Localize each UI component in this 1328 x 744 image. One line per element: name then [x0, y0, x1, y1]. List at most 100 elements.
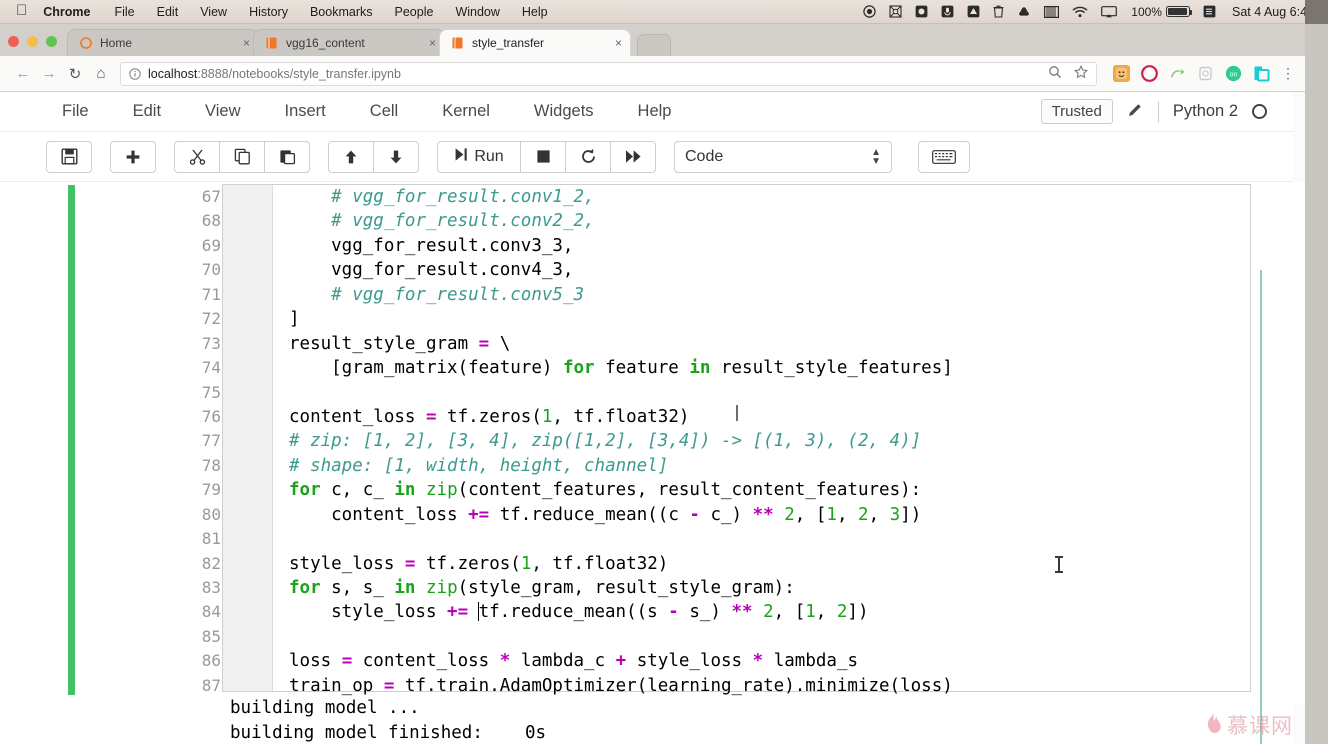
code-line[interactable]: 82 style_loss = tf.zeros(1, tf.float32): [202, 552, 1250, 576]
jupyter-menu-kernel[interactable]: Kernel: [442, 102, 490, 121]
code-line[interactable]: 84 style_loss += tf.reduce_mean((s - s_)…: [202, 600, 1250, 624]
code-cell[interactable]: 67 # vgg_for_result.conv1_2, 68 # vgg_for…: [202, 184, 1251, 696]
jupyter-menu-insert[interactable]: Insert: [285, 102, 326, 121]
menu-view[interactable]: View: [200, 5, 227, 19]
menu-people[interactable]: People: [395, 5, 434, 19]
jupyter-menu-file[interactable]: File: [62, 102, 89, 121]
restart-and-run-all-button[interactable]: [610, 140, 656, 173]
back-button[interactable]: ←: [10, 65, 36, 82]
record-icon[interactable]: [863, 5, 876, 18]
code-editor[interactable]: 67 # vgg_for_result.conv1_2, 68 # vgg_for…: [202, 185, 1250, 696]
paste-button[interactable]: [264, 140, 310, 173]
menu-file[interactable]: File: [114, 5, 134, 19]
home-button[interactable]: ⌂: [88, 65, 114, 82]
browser-tab-home[interactable]: Home ×: [67, 29, 259, 56]
menu-bookmarks[interactable]: Bookmarks: [310, 5, 373, 19]
line-number: 73: [201, 333, 221, 353]
browser-tab-vgg16-content[interactable]: vgg16_content ×: [253, 29, 445, 56]
trash-icon[interactable]: [993, 5, 1004, 18]
save-button[interactable]: [46, 140, 92, 173]
line-number: 78: [201, 455, 221, 475]
jupyter-notebook-icon: [451, 37, 464, 50]
code-line[interactable]: 72]: [202, 307, 1250, 331]
pencil-icon[interactable]: [1127, 101, 1144, 122]
restart-kernel-button[interactable]: [565, 140, 611, 173]
code-line[interactable]: 76 content_loss = tf.zeros(1, tf.float32): [202, 405, 1250, 429]
code-line[interactable]: 77 # zip: [1, 2], [3, 4], zip([1,2], [3,4…: [202, 429, 1250, 453]
extension-orange-icon[interactable]: [1113, 65, 1130, 82]
command-palette-button[interactable]: [918, 140, 970, 173]
code-line[interactable]: 68 # vgg_for_result.conv2_2,: [202, 209, 1250, 233]
code-line[interactable]: 70 vgg_for_result.conv4_3,: [202, 258, 1250, 282]
menu-help[interactable]: Help: [522, 5, 548, 19]
window-zoom-button[interactable]: [46, 36, 57, 47]
jupyter-menu-view[interactable]: View: [205, 102, 240, 121]
window-minimize-button[interactable]: [27, 36, 38, 47]
sync-icon[interactable]: [1203, 5, 1216, 18]
code-line[interactable]: 81: [202, 527, 1250, 551]
code-line[interactable]: 71 # vgg_for_result.conv5_3: [202, 283, 1250, 307]
new-tab-button[interactable]: [637, 34, 671, 56]
trusted-badge[interactable]: Trusted: [1040, 99, 1113, 124]
code-line[interactable]: 86 loss = content_loss * lambda_c + style…: [202, 649, 1250, 673]
code-line[interactable]: 75: [202, 381, 1250, 405]
code-line[interactable]: 87 train_op = tf.train.AdamOptimizer(lear…: [202, 674, 1250, 698]
menu-window[interactable]: Window: [455, 5, 499, 19]
window-close-button[interactable]: [8, 36, 19, 47]
code-line[interactable]: 85: [202, 625, 1250, 649]
shield-icon[interactable]: [889, 5, 902, 18]
address-bar[interactable]: localhost:8888/notebooks/style_transfer.…: [120, 61, 1097, 86]
code-line[interactable]: 83 for s, s_ in zip(style_gram, result_st…: [202, 576, 1250, 600]
jupyter-menu-help[interactable]: Help: [638, 102, 672, 121]
code-line[interactable]: 73 result_style_gram = \: [202, 332, 1250, 356]
extension-gray-icon[interactable]: [1197, 65, 1214, 82]
close-icon[interactable]: ×: [429, 36, 436, 50]
reload-button[interactable]: ↻: [62, 65, 88, 83]
menu-history[interactable]: History: [249, 5, 288, 19]
code-line[interactable]: 74 [gram_matrix(feature) for feature in …: [202, 356, 1250, 380]
code-line[interactable]: 79 for c, c_ in zip(content_features, res…: [202, 478, 1250, 502]
wifi-icon[interactable]: [1072, 6, 1088, 18]
code-line[interactable]: 67 # vgg_for_result.conv1_2,: [202, 185, 1250, 209]
code-line[interactable]: 69 vgg_for_result.conv3_3,: [202, 234, 1250, 258]
jupyter-menu-edit[interactable]: Edit: [133, 102, 161, 121]
airplay-icon[interactable]: [1101, 5, 1118, 18]
screenshot-icon[interactable]: [915, 5, 928, 18]
cut-button[interactable]: [174, 140, 220, 173]
info-circle-icon[interactable]: [129, 67, 141, 80]
copy-button[interactable]: [219, 140, 265, 173]
cell-type-select[interactable]: Code ▲ ▼: [674, 140, 892, 173]
microphone-icon[interactable]: [941, 5, 954, 18]
keyboard-flag-icon[interactable]: [1044, 5, 1060, 18]
close-icon[interactable]: ×: [243, 36, 250, 50]
extension-teal-icon[interactable]: [1253, 65, 1270, 82]
close-icon[interactable]: ×: [615, 36, 622, 50]
apple-logo-icon[interactable]: : [16, 3, 27, 18]
kernel-idle-circle-icon[interactable]: [1252, 104, 1267, 119]
extension-opera-icon[interactable]: [1141, 65, 1158, 82]
menu-edit[interactable]: Edit: [157, 5, 179, 19]
clock-label[interactable]: Sat 4 Aug 6:43: [1232, 5, 1314, 19]
move-cell-down-button[interactable]: [373, 140, 419, 173]
menu-chrome[interactable]: Chrome: [43, 5, 90, 19]
code-line[interactable]: 80 content_loss += tf.reduce_mean((c - c…: [202, 503, 1250, 527]
url-path: :8888/notebooks/style_transfer.ipynb: [197, 66, 401, 81]
extension-green-icon[interactable]: on: [1225, 65, 1242, 82]
forward-button[interactable]: →: [36, 65, 62, 82]
run-cell-button[interactable]: Run: [437, 140, 521, 173]
code-text: style_loss = tf.zeros(1, tf.float32): [289, 553, 669, 574]
search-icon[interactable]: [1048, 65, 1062, 82]
kebab-menu-icon[interactable]: ⋮: [1281, 65, 1295, 82]
app-icon[interactable]: [967, 5, 980, 18]
extension-arrow-icon[interactable]: [1169, 65, 1186, 82]
move-cell-up-button[interactable]: [328, 140, 374, 173]
dropbox-icon[interactable]: [1017, 5, 1031, 18]
code-line[interactable]: 78 # shape: [1, width, height, channel]: [202, 454, 1250, 478]
browser-tab-style-transfer[interactable]: style_transfer ×: [439, 29, 631, 56]
jupyter-menu-widgets[interactable]: Widgets: [534, 102, 594, 121]
jupyter-menu-cell[interactable]: Cell: [370, 102, 398, 121]
star-icon[interactable]: [1073, 65, 1089, 82]
insert-cell-below-button[interactable]: [110, 140, 156, 173]
battery-icon[interactable]: [1165, 6, 1193, 17]
interrupt-kernel-button[interactable]: [520, 140, 566, 173]
